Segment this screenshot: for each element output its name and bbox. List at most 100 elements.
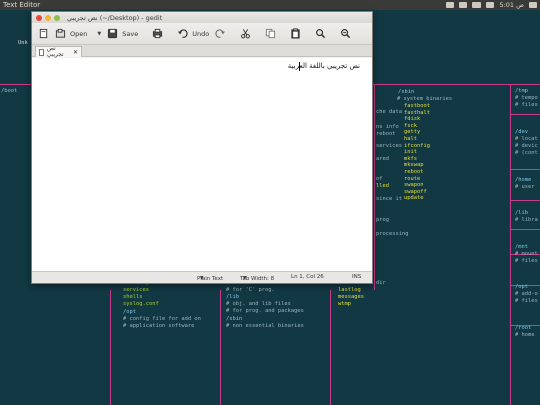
new-document-button[interactable] — [35, 26, 52, 42]
document-icon — [39, 48, 44, 56]
save-button-label: Save — [122, 29, 139, 38]
wallpaper-dir-comment: # locat — [515, 136, 538, 142]
gedit-window: نص تجريبي (~/Desktop) - gedit Open ▼ Sav… — [31, 11, 373, 284]
wallpaper-dir-comment: # files — [515, 102, 538, 108]
wallpaper-fragment: prog — [376, 217, 389, 223]
wallpaper-fragment: reboot — [376, 131, 396, 137]
wallpaper-bottom-mid-item: /lib — [226, 294, 239, 300]
wallpaper-dir-comment: # tempo — [515, 95, 538, 101]
wallpaper-bottom-mid-item: # for prog. and packages — [226, 308, 304, 314]
wallpaper-sbin-item: route — [404, 175, 421, 182]
wallpaper-bottom-left-item: services — [123, 287, 149, 293]
window-title: نص تجريبي (~/Desktop) - gedit — [67, 13, 163, 22]
wallpaper-bottom-left-item: syslog.conf — [123, 301, 159, 307]
settings-gear-icon[interactable] — [529, 2, 537, 8]
wallpaper-dir: /lib — [515, 210, 528, 216]
print-icon — [153, 28, 163, 39]
mail-icon[interactable] — [446, 2, 455, 8]
wallpaper-sbin-item: getty — [404, 129, 421, 136]
redo-button[interactable] — [212, 26, 229, 42]
wallpaper-bottom-left-item: # config file for add on — [123, 316, 201, 322]
window-titlebar[interactable]: نص تجريبي (~/Desktop) - gedit — [32, 12, 372, 23]
wallpaper-dir-comment: # (cont — [515, 150, 538, 156]
document-tab[interactable]: نص تجريبي ✕ — [35, 46, 82, 58]
wallpaper-label-unk: Unk — [18, 40, 28, 46]
find-button[interactable] — [312, 26, 329, 42]
wallpaper-bottom-right-item: wtmp — [338, 301, 351, 307]
wallpaper-bottom-right-item: lastlog — [338, 287, 361, 293]
insert-mode: INS — [352, 274, 362, 280]
wallpaper-dir-comment: # user — [515, 184, 535, 190]
app-menu[interactable]: Text Editor — [0, 1, 40, 9]
wallpaper-line — [220, 290, 221, 405]
close-window-button[interactable] — [36, 14, 42, 21]
minimize-window-button[interactable] — [45, 14, 51, 21]
undo-button-label: Undo — [192, 29, 210, 38]
wallpaper-dir-comment: # devic — [515, 143, 538, 149]
recent-files-dropdown[interactable]: ▼ — [90, 26, 104, 42]
document-tab-label: نص تجريبي — [46, 46, 64, 58]
wallpaper-sbin-item: mkfs — [404, 155, 417, 162]
wallpaper-fragment: since it — [376, 196, 402, 202]
search-icon — [316, 29, 326, 39]
wallpaper-sbin-item: init — [404, 149, 417, 156]
copy-icon — [266, 28, 276, 39]
wallpaper-bottom-right-item: messages — [338, 294, 364, 300]
wallpaper-line — [510, 85, 511, 405]
wallpaper-fragment: lled — [376, 183, 389, 189]
scissors-icon — [241, 29, 251, 39]
wallpaper-sbin-item: ifconfig — [404, 142, 430, 149]
wallpaper-dir: /tmp — [515, 88, 528, 94]
status-bar: Plain Text ▼ Tab Width: 8 ▼ Ln 1, Col 26 I… — [32, 271, 372, 283]
wallpaper-fragment: of — [376, 176, 383, 182]
wallpaper-dir: /dev — [515, 129, 528, 135]
open-button[interactable]: Open — [52, 26, 90, 42]
print-button[interactable] — [149, 26, 166, 42]
wallpaper-dir: /opt — [515, 284, 528, 290]
wallpaper-dir: /home — [515, 177, 532, 183]
chevron-down-icon: ▼ — [200, 276, 204, 281]
wallpaper-dir-comment: # add-o — [515, 291, 538, 297]
network-icon[interactable] — [459, 2, 468, 8]
undo-button[interactable]: Undo — [174, 26, 212, 42]
wallpaper-bottom-left-item: shells — [123, 294, 143, 300]
tab-bar: نص تجريبي ✕ — [32, 45, 372, 58]
wallpaper-fragment: processing — [376, 231, 409, 237]
save-icon — [108, 28, 118, 39]
open-folder-icon — [55, 28, 66, 38]
wallpaper-dir-comment: # files — [515, 298, 538, 304]
wallpaper-dir-comment: # home — [515, 332, 535, 338]
wallpaper-bottom-mid-item: # for 'C' prog. — [226, 287, 275, 293]
wallpaper-sbin-item: fsck — [404, 122, 417, 129]
wallpaper-bottom-mid-item: # obj. and lib files — [226, 301, 291, 307]
toolbar: Open ▼ Save Undo — [32, 23, 372, 45]
volume-icon[interactable] — [486, 2, 495, 8]
wallpaper-line — [510, 200, 540, 201]
wallpaper-dir: /mnt — [515, 244, 528, 250]
wallpaper-sbin-item: fastboot — [404, 103, 430, 109]
text-editor-area[interactable]: نص تجريبي باللغة العربية — [32, 58, 372, 273]
find-replace-button[interactable] — [337, 26, 354, 42]
wallpaper-line — [374, 85, 375, 290]
wallpaper-bottom-left-item: /opt — [123, 309, 136, 315]
open-button-label: Open — [70, 29, 88, 38]
save-button[interactable]: Save — [104, 26, 141, 42]
wallpaper-sbin-item: mkswap — [404, 162, 424, 169]
wallpaper-bottom-mid-item: # non essential binaries — [226, 323, 304, 329]
wallpaper-dir: /root — [515, 325, 532, 331]
cut-button[interactable] — [237, 26, 254, 42]
paste-button[interactable] — [287, 26, 304, 42]
clock[interactable]: 5:01 ص — [499, 1, 524, 9]
wallpaper-sbin-item: swapoff — [404, 188, 427, 195]
copy-button[interactable] — [262, 26, 279, 42]
maximize-window-button[interactable] — [54, 14, 60, 21]
wallpaper-line — [110, 290, 111, 405]
wallpaper-dir-comment: # files — [515, 258, 538, 264]
wallpaper-bottom-right-item: dir — [376, 280, 386, 286]
chevron-down-icon: ▼ — [243, 276, 247, 281]
wallpaper-line — [510, 229, 540, 230]
battery-icon[interactable] — [472, 2, 482, 8]
wallpaper-line — [330, 290, 331, 405]
close-tab-icon[interactable]: ✕ — [73, 49, 78, 56]
wallpaper-line — [510, 114, 540, 115]
